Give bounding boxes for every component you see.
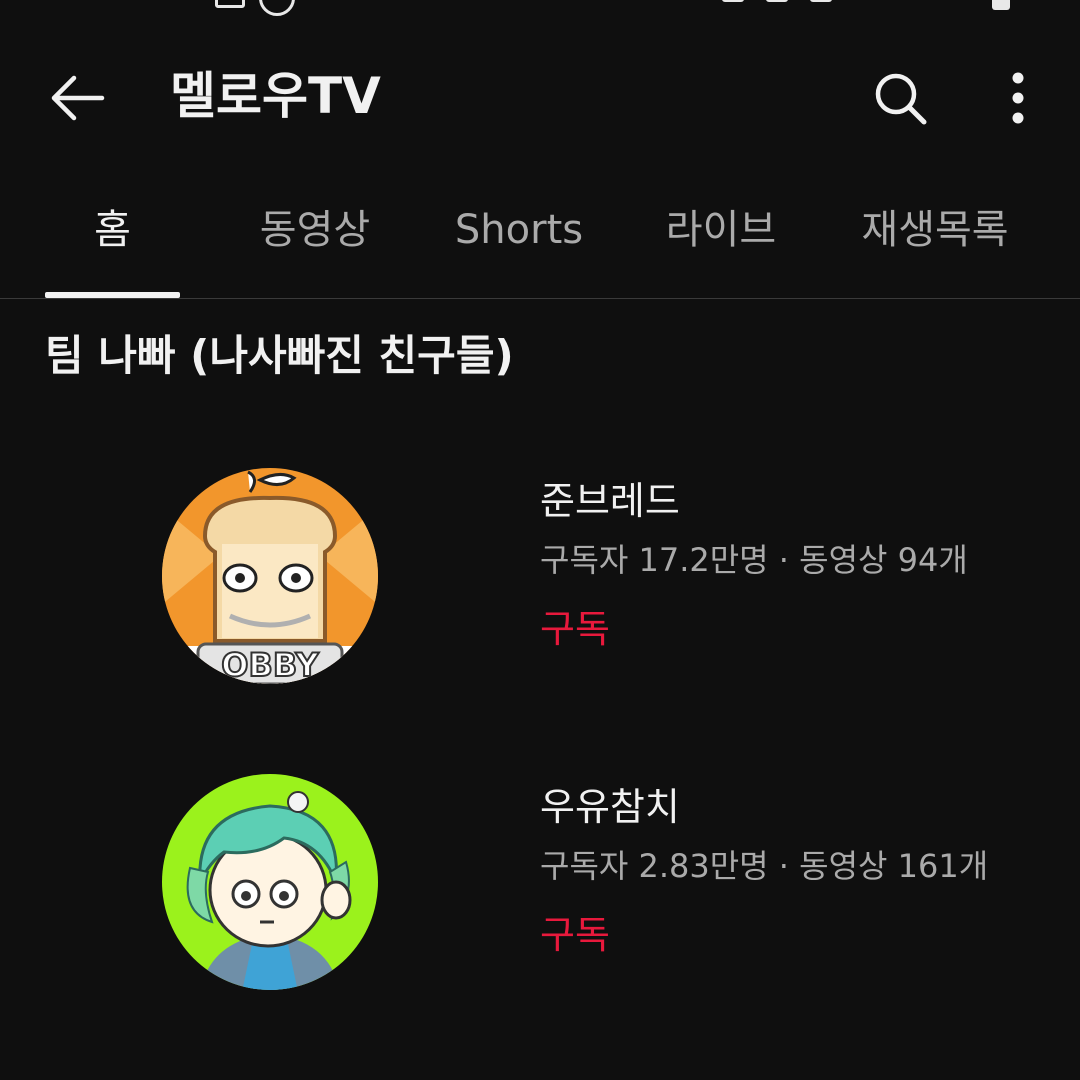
gallery-status-icon xyxy=(215,0,245,8)
subscribe-button[interactable]: 구독 xyxy=(540,602,610,656)
tab-playlists[interactable]: 재생목록 xyxy=(845,202,1025,258)
channel-name[interactable]: 우유참치 xyxy=(540,780,680,834)
mute-status-icon xyxy=(766,0,788,2)
channel-name[interactable]: 준브레드 xyxy=(540,474,680,528)
status-icons-left xyxy=(215,0,295,16)
channel-avatar[interactable] xyxy=(160,772,380,992)
tab-videos[interactable]: 동영상 xyxy=(240,202,390,258)
tab-live[interactable]: 라이브 xyxy=(650,202,792,258)
channel-tabs: 홈 동영상 Shorts 라이브 재생목록 xyxy=(0,180,1080,299)
network-status-icon xyxy=(259,0,295,16)
channel-avatar[interactable]: OBBY xyxy=(160,466,380,686)
svg-text:OBBY: OBBY xyxy=(221,646,319,684)
battery-icon xyxy=(992,0,1010,10)
status-icons-right xyxy=(722,0,832,2)
status-bar xyxy=(0,0,1080,16)
subscribe-button[interactable]: 구독 xyxy=(540,908,610,962)
arrow-left-icon xyxy=(51,75,105,121)
channel-meta: 구독자 17.2만명 · 동영상 94개 xyxy=(540,541,968,579)
tab-shorts[interactable]: Shorts xyxy=(440,202,598,258)
tab-home[interactable]: 홈 xyxy=(45,202,180,258)
signal-status-icon xyxy=(810,0,832,2)
channel-list-item[interactable]: OBBY 준브레드 구독자 17.2만명 · 동영상 94개 구독 xyxy=(0,458,1080,698)
search-button[interactable] xyxy=(864,62,936,134)
channel-list-item[interactable]: 우유참치 구독자 2.83만명 · 동영상 161개 구독 xyxy=(0,764,1080,1004)
channel-title: 멜로우TV xyxy=(170,67,381,125)
section-title: 팀 나빠 (나사빠진 친구들) xyxy=(45,331,514,380)
green-hair-character-avatar xyxy=(162,774,378,990)
app-header: 멜로우TV xyxy=(0,48,1080,148)
search-icon xyxy=(875,73,927,125)
bread-character-avatar: OBBY xyxy=(162,468,378,684)
more-vertical-icon xyxy=(1012,72,1024,124)
nfc-status-icon xyxy=(722,0,744,2)
more-options-button[interactable] xyxy=(984,62,1052,134)
back-button[interactable] xyxy=(40,62,116,134)
channel-meta: 구독자 2.83만명 · 동영상 161개 xyxy=(540,847,989,885)
active-tab-indicator xyxy=(45,292,180,298)
